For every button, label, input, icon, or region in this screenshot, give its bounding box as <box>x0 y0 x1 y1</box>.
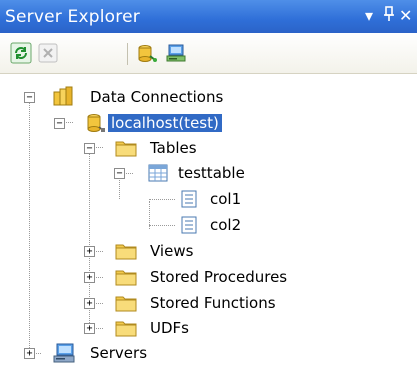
tree-node-column[interactable]: col1 <box>0 188 417 212</box>
folder-icon <box>115 270 137 286</box>
connect-to-database-icon <box>138 45 157 62</box>
folder-icon <box>115 296 137 312</box>
refresh-icon <box>10 42 32 64</box>
column-icon <box>181 216 197 234</box>
tree-node-views[interactable]: + Views <box>0 240 417 264</box>
tree-node-udfs[interactable]: + UDFs <box>0 317 417 341</box>
servers-icon <box>53 343 75 363</box>
table-icon <box>148 164 168 182</box>
toolbar <box>0 33 417 74</box>
folder-icon <box>115 321 137 337</box>
tree-node-tables[interactable]: − Tables <box>0 137 417 161</box>
tree-node-label: Stored Functions <box>150 294 276 312</box>
connect-to-database-button[interactable] <box>136 42 158 64</box>
folder-icon <box>115 244 137 260</box>
server-explorer-tree: − Data Connections − localhost(test) − T… <box>0 74 417 369</box>
stop-icon <box>38 43 58 63</box>
tree-node-data-connections[interactable]: − Data Connections <box>0 86 417 110</box>
collapse-toggle[interactable]: − <box>54 118 65 129</box>
expand-toggle[interactable]: + <box>24 348 35 359</box>
refresh-button[interactable] <box>10 42 32 64</box>
close-icon[interactable]: ✕ <box>399 6 412 25</box>
tree-node-column[interactable]: col2 <box>0 214 417 238</box>
expand-toggle[interactable]: + <box>84 246 95 257</box>
tree-node-stored-functions[interactable]: + Stored Functions <box>0 292 417 316</box>
server-explorer-window: Server Explorer ▾ ✕ − Data Connections −… <box>0 0 417 369</box>
folder-icon <box>115 141 137 157</box>
stop-button[interactable] <box>37 42 59 64</box>
connect-to-server-icon <box>166 44 186 62</box>
window-title: Server Explorer <box>5 7 140 27</box>
data-connections-icon <box>53 86 73 106</box>
tree-node-label: Data Connections <box>90 88 224 106</box>
auto-hide-pin-icon[interactable] <box>383 6 395 26</box>
tree-node-label: UDFs <box>150 319 189 337</box>
tree-node-label: Servers <box>90 344 148 362</box>
tree-node-servers[interactable]: + Servers <box>0 342 417 366</box>
connect-to-server-button[interactable] <box>165 42 187 64</box>
collapse-toggle[interactable]: − <box>24 92 35 103</box>
collapse-toggle[interactable]: − <box>84 143 95 154</box>
tree-node-label: testtable <box>178 164 245 182</box>
tree-node-label: Views <box>150 242 194 260</box>
tree-node-label: Stored Procedures <box>150 268 288 286</box>
tree-node-stored-procedures[interactable]: + Stored Procedures <box>0 266 417 290</box>
expand-toggle[interactable]: + <box>84 298 95 309</box>
database-connection-icon <box>87 114 105 132</box>
expand-toggle[interactable]: + <box>84 323 95 334</box>
title-bar: Server Explorer ▾ ✕ <box>0 0 417 33</box>
window-position-dropdown-icon[interactable]: ▾ <box>365 6 373 25</box>
expand-toggle[interactable]: + <box>84 272 95 283</box>
toolbar-separator <box>127 43 128 65</box>
tree-node-label: col1 <box>210 190 242 208</box>
tree-node-label: Tables <box>150 139 197 157</box>
tree-node-label: localhost(test) <box>108 114 222 132</box>
column-icon <box>181 190 197 208</box>
tree-node-label: col2 <box>210 216 242 234</box>
tree-node-testtable[interactable]: − testtable <box>0 162 417 186</box>
tree-node-connection[interactable]: − localhost(test) <box>0 112 417 136</box>
collapse-toggle[interactable]: − <box>114 168 125 179</box>
